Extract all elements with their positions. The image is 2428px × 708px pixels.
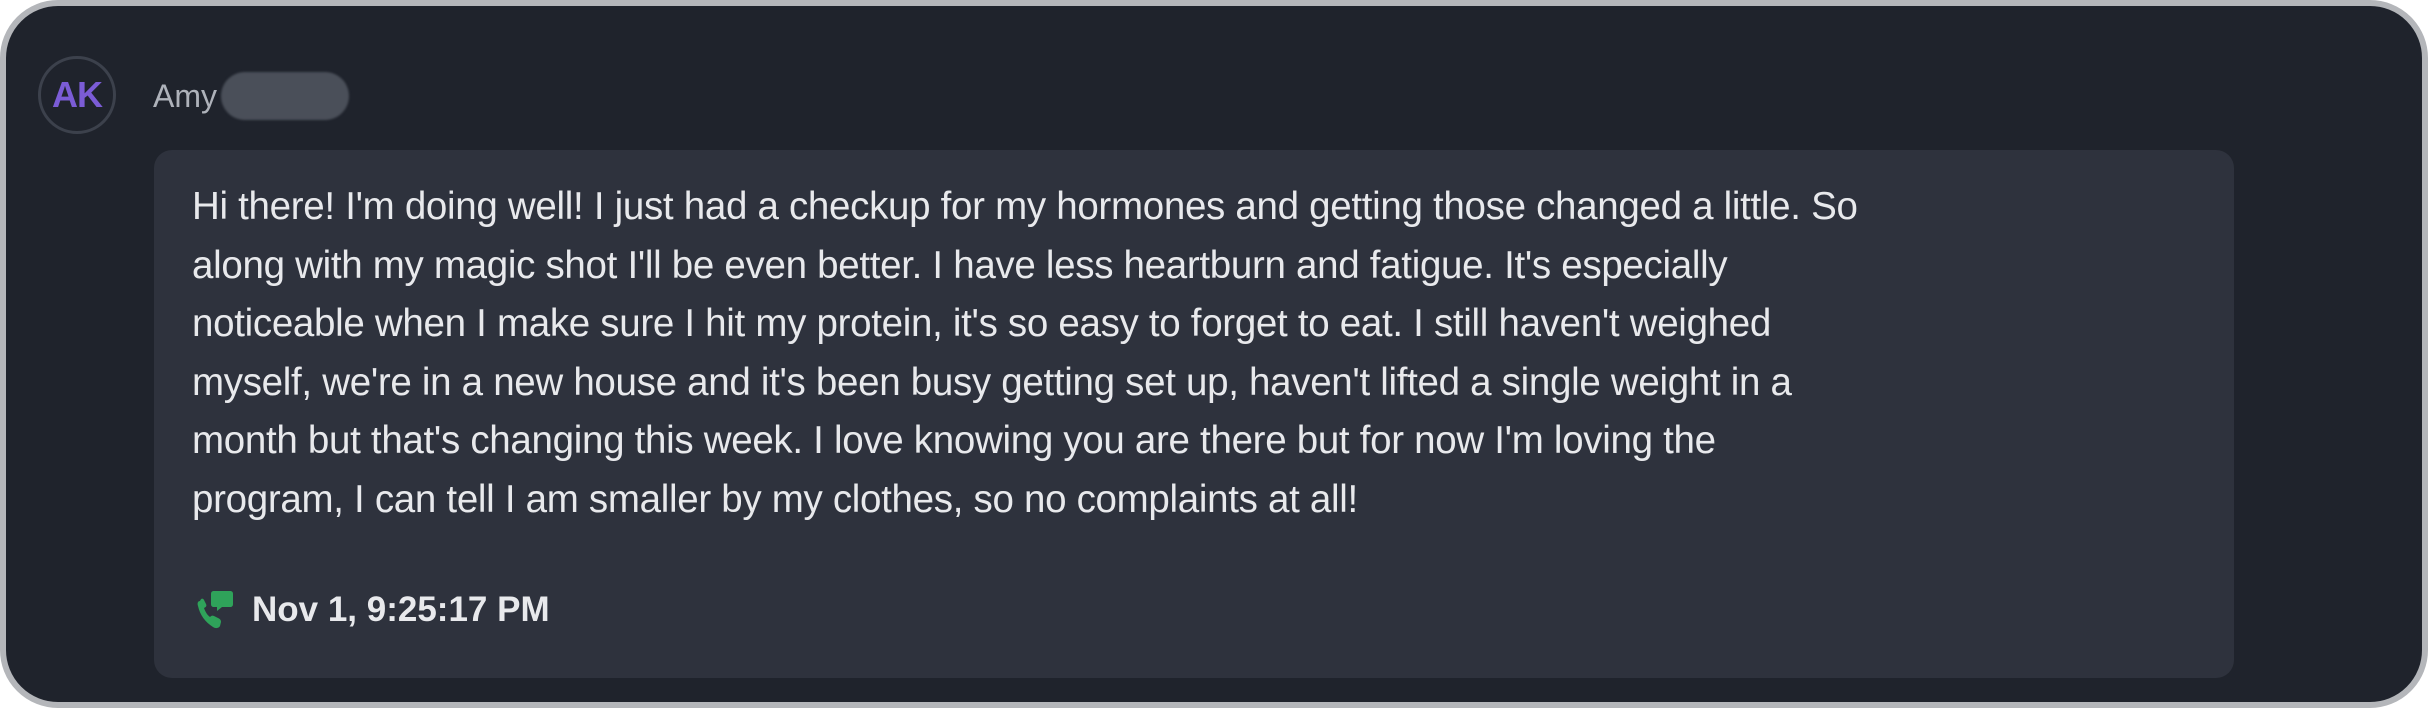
timestamp: Nov 1, 9:25:17 PM — [252, 590, 550, 629]
redacted-surname — [221, 72, 349, 120]
phone-message-icon — [197, 591, 233, 629]
avatar[interactable]: AK — [38, 56, 116, 134]
message-panel: AK Amy Hi there! I'm doing well! I just … — [0, 0, 2428, 708]
message-text: Hi there! I'm doing well! I just had a c… — [192, 185, 1858, 521]
sender: Amy — [153, 72, 349, 120]
message-bubble: Hi there! I'm doing well! I just had a c… — [154, 150, 2234, 678]
message-meta: Nov 1, 9:25:17 PM — [194, 588, 550, 632]
avatar-initials: AK — [52, 74, 103, 115]
sender-name: Amy — [153, 78, 217, 114]
